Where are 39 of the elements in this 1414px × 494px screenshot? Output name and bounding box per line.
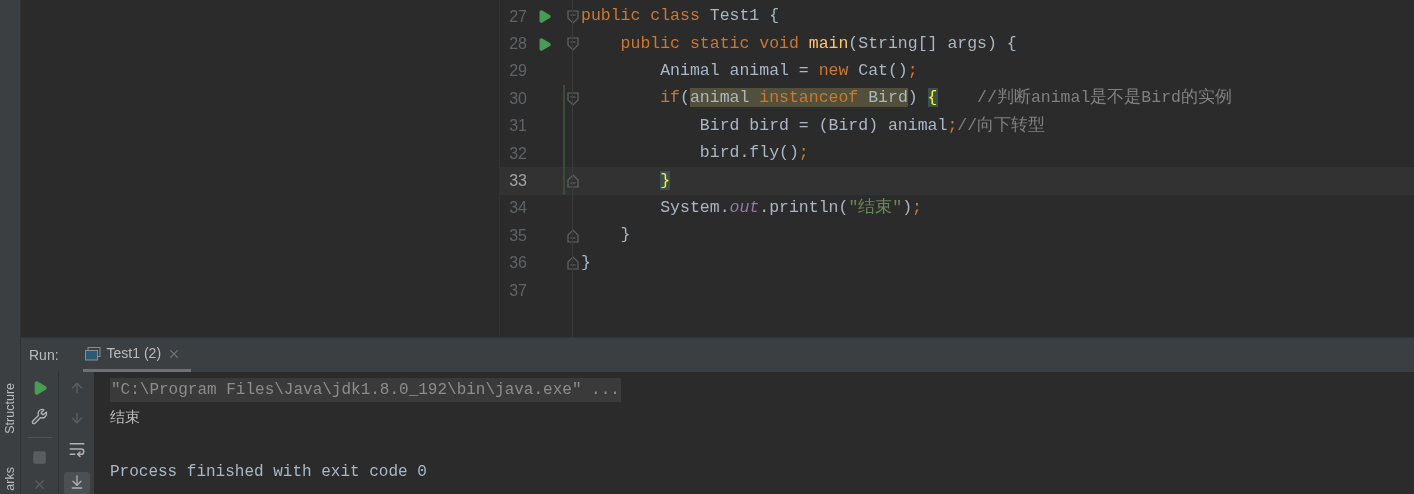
line-number: 36 xyxy=(509,254,527,272)
run-icon[interactable] xyxy=(537,36,552,52)
console-output-line: 结束 xyxy=(110,407,140,428)
line-number: 30 xyxy=(509,89,527,107)
fold-icon[interactable] xyxy=(567,37,579,52)
line-number: 29 xyxy=(509,62,527,80)
fold-icon[interactable] xyxy=(567,91,579,106)
run-icon[interactable] xyxy=(537,9,552,25)
unfold-icon[interactable] xyxy=(567,228,579,243)
line-number: 27 xyxy=(509,7,527,25)
line-number: 28 xyxy=(509,35,527,53)
close-icon[interactable] xyxy=(32,477,47,492)
tool-window-tab[interactable]: arks xyxy=(3,467,17,491)
soft-wrap-icon[interactable] xyxy=(67,440,86,458)
stop-icon[interactable] xyxy=(32,450,47,465)
code-line: } xyxy=(581,252,591,272)
code-line: public class Test1 { xyxy=(581,6,780,26)
wrench-icon[interactable] xyxy=(31,408,48,425)
line-number: 31 xyxy=(509,117,527,135)
process-status-line: Process finished with exit code 0 xyxy=(110,462,427,484)
line-number: 33 xyxy=(509,172,527,190)
run-label: Run: xyxy=(29,345,59,365)
console-window-icon xyxy=(84,346,101,361)
line-number: 37 xyxy=(509,281,527,299)
line-number: 34 xyxy=(509,199,527,217)
code-line: System.out.println("结束"); xyxy=(659,198,922,218)
unfold-icon[interactable] xyxy=(567,256,579,271)
code-line: if(animal instanceof Bird) { //判断animal是不是Bird的实例 xyxy=(659,88,1232,108)
fold-icon[interactable] xyxy=(567,9,579,24)
line-number: 35 xyxy=(509,226,527,244)
unfold-icon[interactable] xyxy=(567,174,579,189)
scroll-to-end-toggle[interactable] xyxy=(63,472,90,494)
code-line: } xyxy=(619,225,631,245)
code-line: Animal animal = new Cat(); xyxy=(659,61,918,81)
tool-window-tab[interactable]: Structure xyxy=(3,382,17,434)
code-line: bird.fly(); xyxy=(698,143,809,163)
code-line: Bird bird = (Bird) animal;//向下转型 xyxy=(698,115,1046,135)
code-line: public static void main(String[] args) { xyxy=(619,33,1017,53)
line-number: 32 xyxy=(509,144,527,162)
